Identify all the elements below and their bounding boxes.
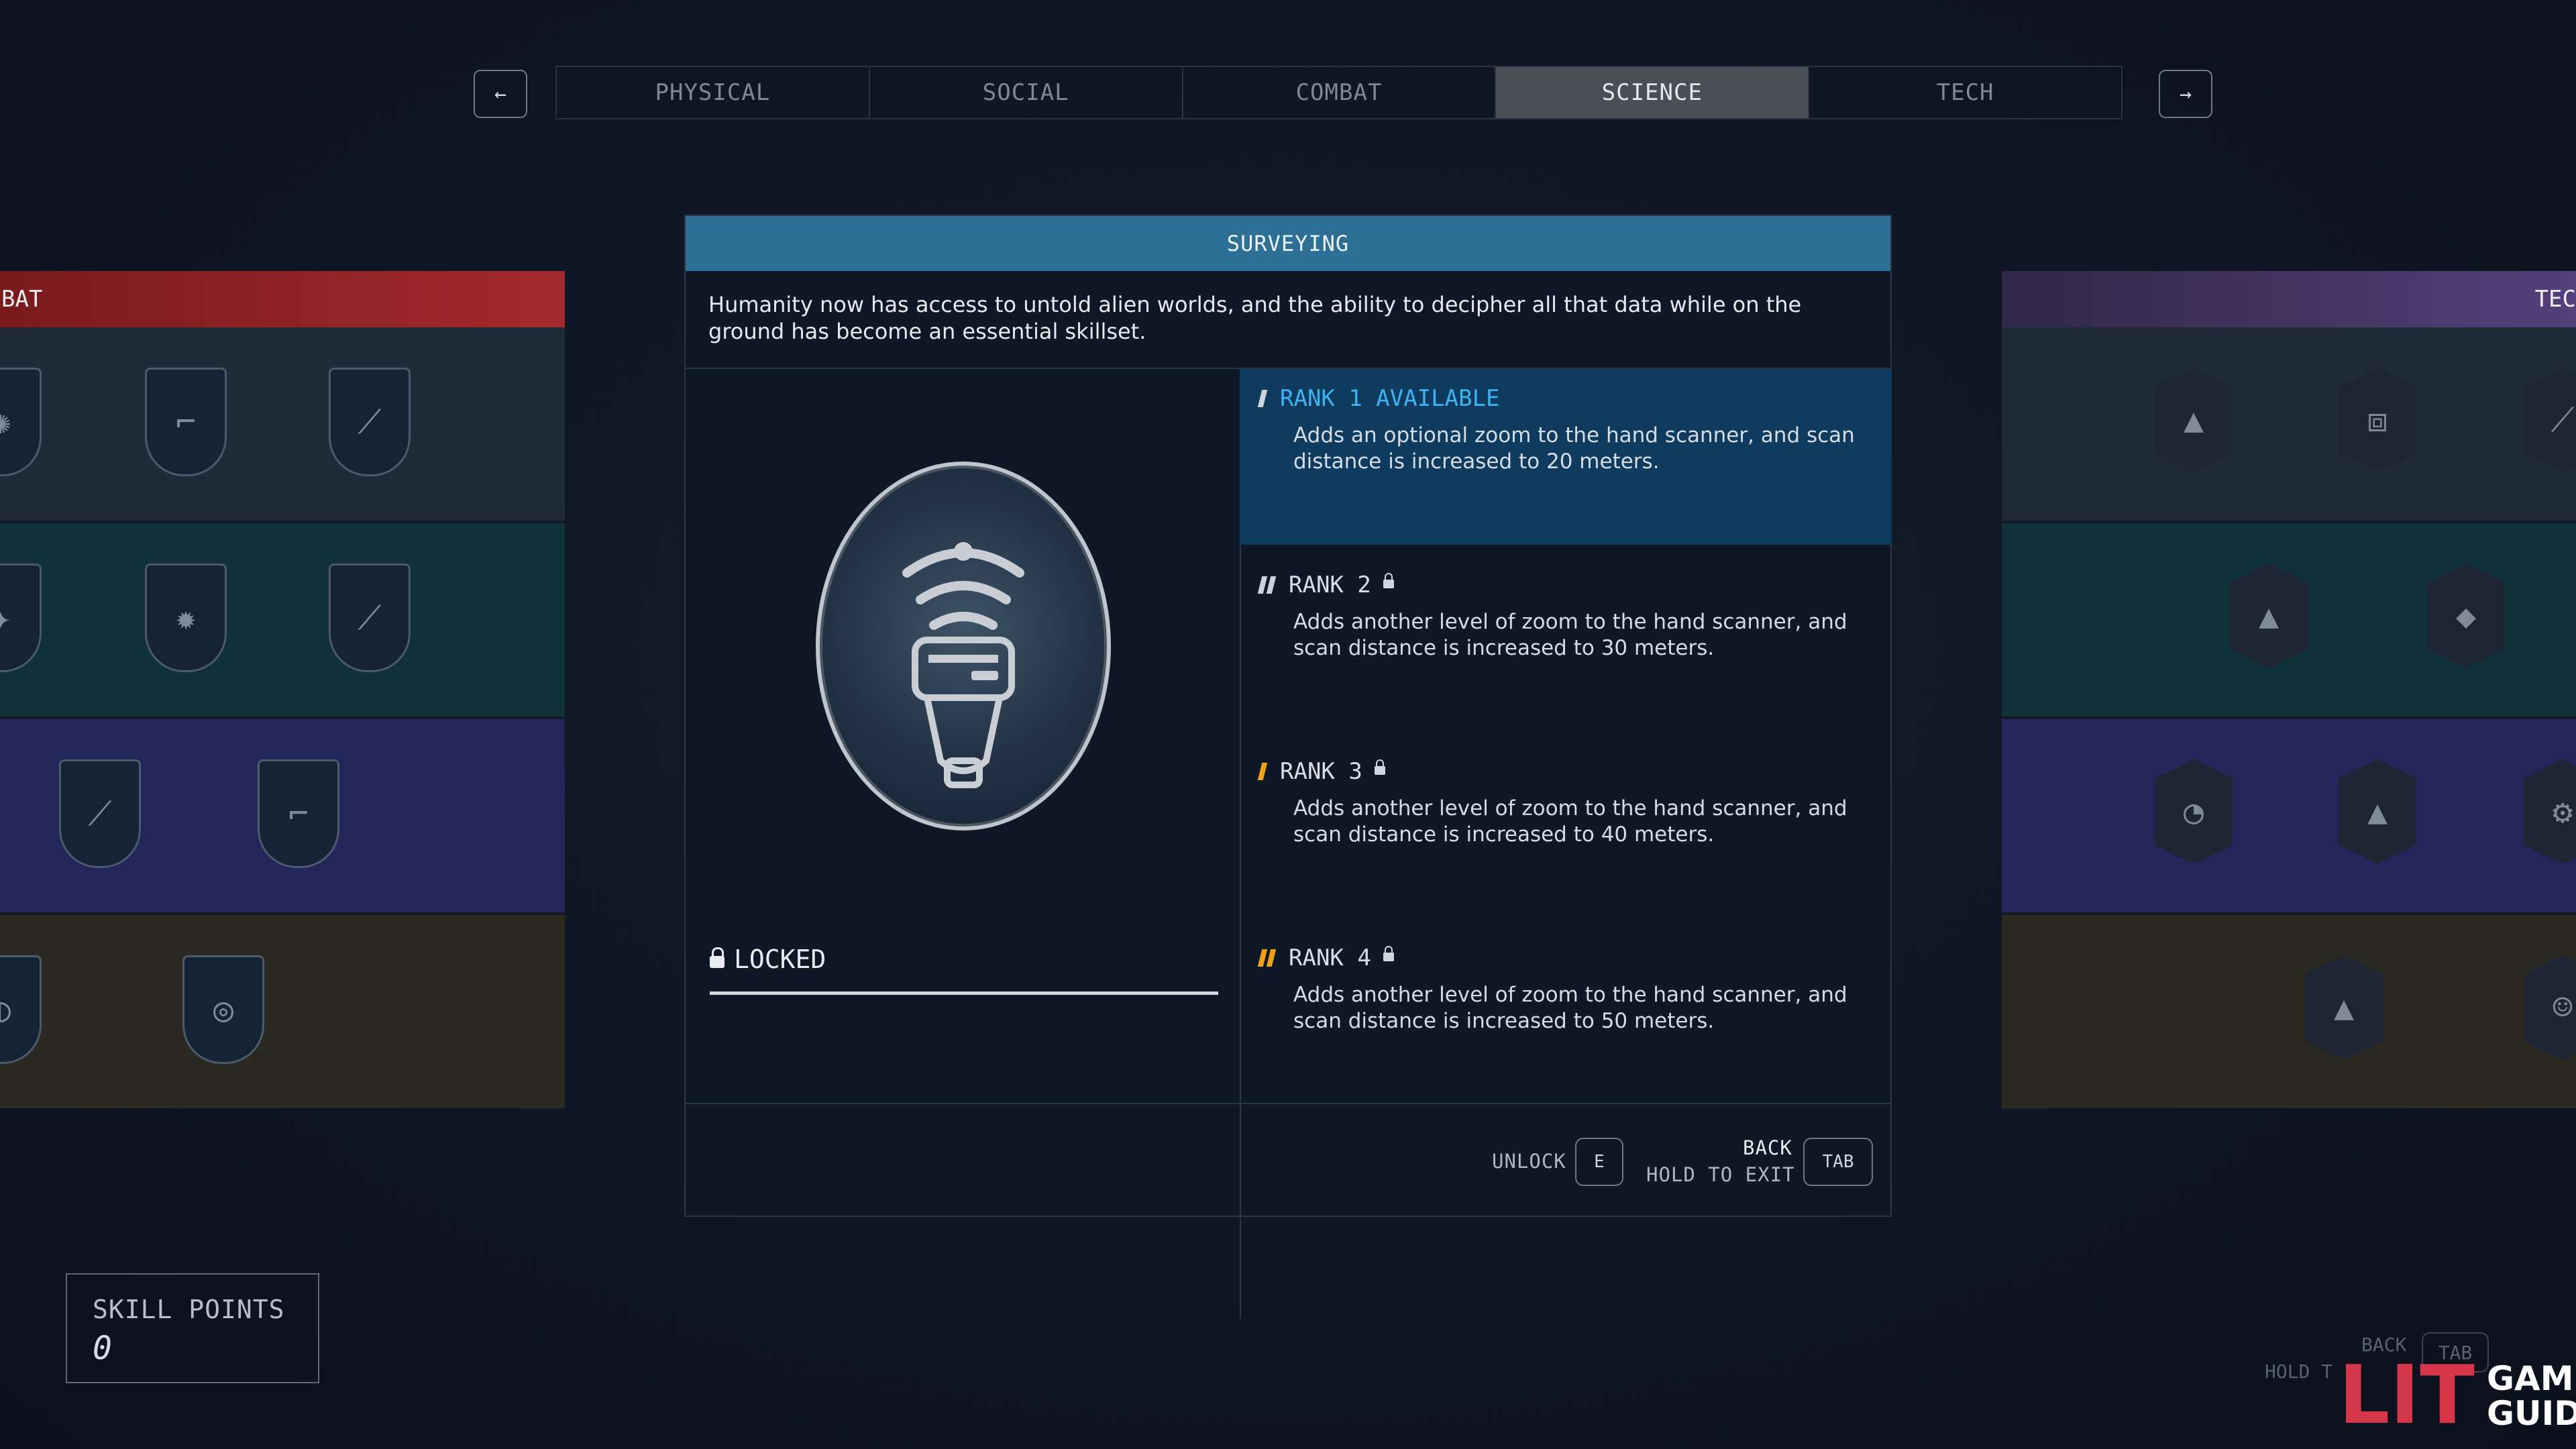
arrow-left-icon: ← (494, 82, 507, 106)
tier-band: ⟋ ⌐ (0, 719, 565, 915)
skill-points-value: 0 (93, 1330, 112, 1367)
locked-label: LOCKED (734, 945, 826, 974)
back-label: BACK (1743, 1136, 1792, 1159)
rank-pips-icon (1257, 390, 1268, 407)
category-tabs: PHYSICAL SOCIAL COMBAT SCIENCE TECH (555, 66, 2123, 119)
left-panel-header: BAT (0, 271, 565, 327)
ship-skill-icon[interactable]: ⧈ (2339, 368, 2416, 472)
rank-description: Adds an optional zoom to the hand scanne… (1293, 423, 1855, 474)
rank-label: RANK 3 (1280, 758, 1362, 785)
rank-description: Adds another level of zoom to the hand s… (1293, 983, 1847, 1033)
tab-physical[interactable]: PHYSICAL (557, 67, 870, 118)
rank-pips-icon (1257, 949, 1277, 967)
ship-skill-icon[interactable]: ⟋ (2524, 368, 2576, 472)
arrow-right-icon: → (2179, 82, 2192, 106)
tab-social[interactable]: SOCIAL (870, 67, 1183, 118)
skill-detail-dialog: SURVEYING Humanity now has access to unt… (684, 215, 1892, 1319)
lock-icon (1383, 945, 1394, 961)
ship-skill-icon[interactable]: ◔ (2155, 759, 2233, 864)
rank-description: Adds another level of zoom to the hand s… (1293, 610, 1847, 660)
tier-band: ◔ ▲ ⚙ (2002, 719, 2576, 915)
previous-category-button[interactable]: ← (474, 70, 527, 118)
skill-points-panel: SKILL POINTS 0 (66, 1273, 319, 1383)
right-panel-header: TEC (2002, 271, 2576, 327)
revolver-skill-icon[interactable]: ⌐ (258, 759, 339, 868)
rifle-skill-icon[interactable]: ⟋ (329, 564, 411, 672)
tab-combat[interactable]: COMBAT (1183, 67, 1497, 118)
lock-icon (1374, 759, 1385, 775)
next-category-button[interactable]: → (2159, 70, 2212, 118)
tier-band: ✺ ⌐ ⟋ (0, 327, 565, 523)
rifle-skill-icon[interactable]: ⟋ (329, 368, 411, 476)
tier-band: ◐ ◎ (0, 915, 565, 1108)
targeting-skill-icon[interactable]: ◎ (182, 955, 264, 1064)
hand-scanner-icon (816, 462, 1111, 830)
ship-skill-icon[interactable]: ▲ (2230, 564, 2308, 668)
rank-2-row[interactable]: RANK 2 Adds another level of zoom to the… (1240, 555, 1892, 731)
tab-science[interactable]: SCIENCE (1496, 67, 1810, 118)
tab-tech[interactable]: TECH (1809, 67, 2121, 118)
right-skill-tree-panel: TEC ▲ ⧈ ⟋ ▲ ◆ ◔ ▲ ⚙ ▲ ☺ (2002, 271, 2576, 1108)
ship-skill-icon[interactable]: ▲ (2155, 368, 2233, 472)
ship-skill-icon[interactable]: ◆ (2427, 564, 2505, 668)
ship-skill-icon[interactable]: ▲ (2305, 955, 2383, 1060)
rank-label: RANK 1 AVAILABLE (1280, 385, 1500, 412)
rank-4-row[interactable]: RANK 4 Adds another level of zoom to the… (1240, 928, 1892, 1104)
back-key-button[interactable]: TAB (1803, 1138, 1873, 1186)
skill-title: SURVEYING (686, 216, 1890, 271)
hold-to-exit-label: HOLD TO EXIT (1646, 1163, 1795, 1186)
skill-badge-icon[interactable]: ✦ (0, 564, 42, 672)
tier-band: ✦ ✹ ⟋ (0, 523, 565, 719)
pistol-skill-icon[interactable]: ⌐ (145, 368, 227, 476)
rank-1-row[interactable]: RANK 1 AVAILABLE Adds an optional zoom t… (1240, 369, 1892, 545)
skill-badge-icon[interactable]: ◐ (0, 955, 42, 1064)
burst-skill-icon[interactable]: ✹ (145, 564, 227, 672)
skill-points-label: SKILL POINTS (93, 1295, 285, 1324)
rank-label: RANK 2 (1289, 572, 1371, 598)
tier-band: ▲ ◆ (2002, 523, 2576, 719)
logo-mark: LIT (2339, 1349, 2475, 1442)
gamer-guides-logo: LIT GAMER GUIDES (2339, 1346, 2576, 1446)
sniper-skill-icon[interactable]: ⟋ (59, 759, 141, 868)
rank-pips-icon (1257, 576, 1277, 594)
skill-badge-icon[interactable]: ✺ (0, 368, 42, 476)
lock-icon (1383, 572, 1394, 588)
unlock-label: UNLOCK (1492, 1150, 1566, 1173)
rank-progress-bar (710, 991, 1218, 995)
tier-band: ▲ ⧈ ⟋ (2002, 327, 2576, 523)
unlock-key-button[interactable]: E (1575, 1138, 1623, 1186)
skill-description: Humanity now has access to untold alien … (708, 292, 1802, 344)
rank-description: Adds another level of zoom to the hand s… (1293, 796, 1847, 847)
rank-3-row[interactable]: RANK 3 Adds another level of zoom to the… (1240, 742, 1892, 918)
ship-skill-icon[interactable]: ⚙ (2524, 759, 2576, 864)
ship-skill-icon[interactable]: ▲ (2339, 759, 2416, 864)
background-hold-label: HOLD T (2265, 1360, 2333, 1383)
locked-status: LOCKED (710, 945, 826, 974)
tier-band: ▲ ☺ (2002, 915, 2576, 1108)
rank-label: RANK 4 (1289, 945, 1371, 971)
left-skill-tree-panel: BAT ✺ ⌐ ⟋ ✦ ✹ ⟋ ⟋ ⌐ ◐ ◎ (0, 271, 565, 1108)
rank-pips-icon (1257, 763, 1268, 780)
lock-icon (710, 947, 724, 968)
ship-skill-icon[interactable]: ☺ (2524, 955, 2576, 1060)
logo-line1: GAMER (2486, 1359, 2576, 1398)
logo-line2: GUIDES (2486, 1394, 2576, 1433)
